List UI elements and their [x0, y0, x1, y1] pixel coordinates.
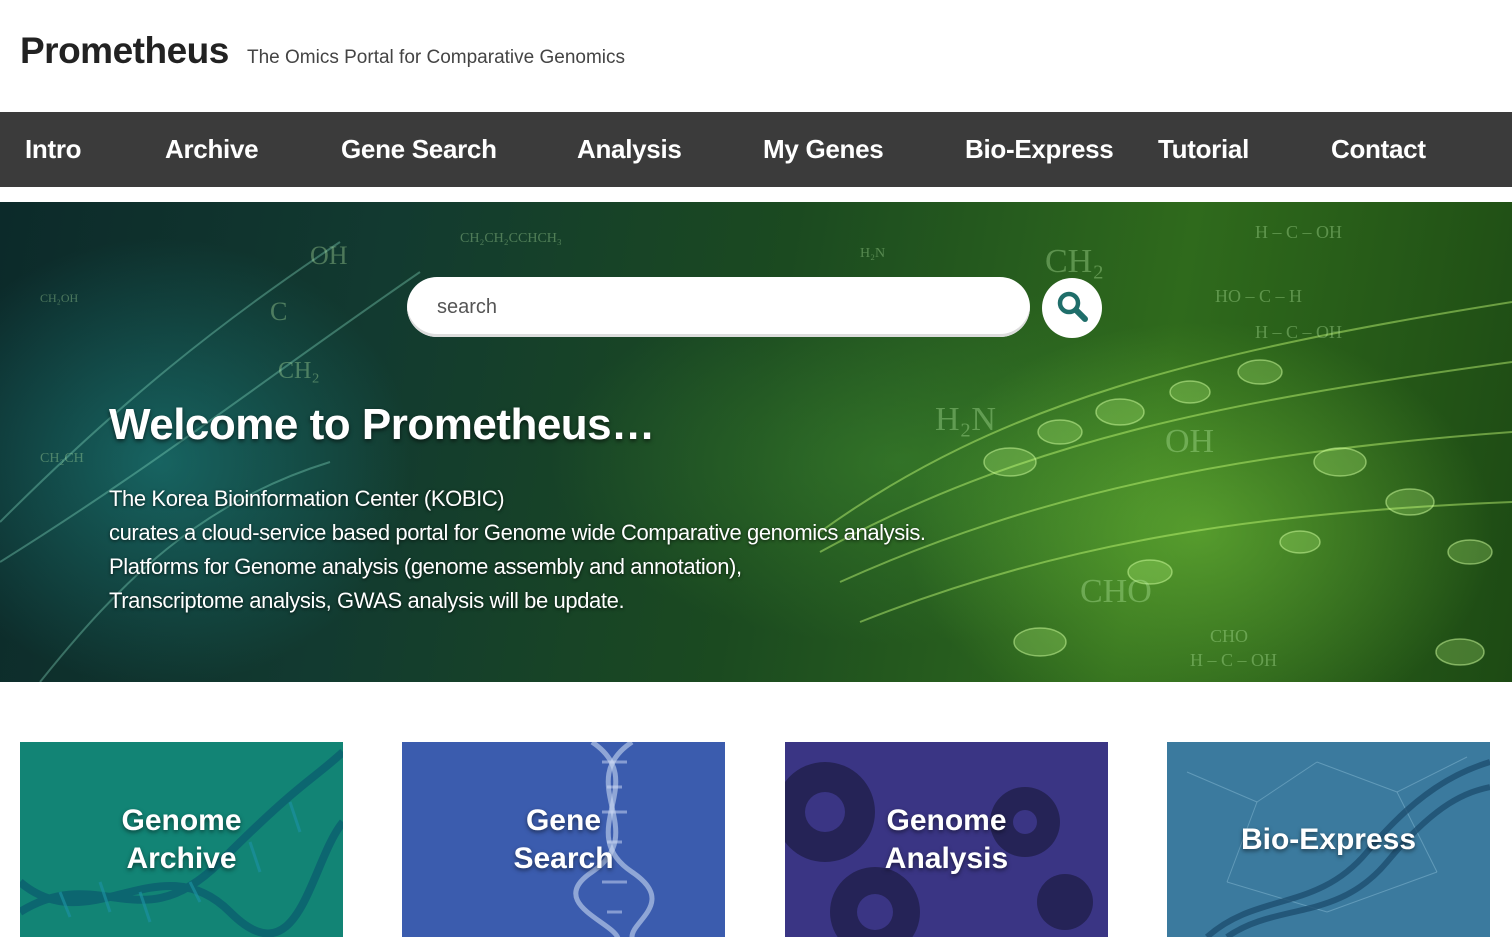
svg-text:CHO: CHO: [1080, 573, 1152, 610]
welcome-heading: Welcome to Prometheus…: [109, 400, 655, 449]
svg-text:H₂N: H₂N: [935, 401, 996, 438]
card-genome-archive[interactable]: Genome Archive: [20, 742, 343, 937]
search-button[interactable]: [1042, 278, 1102, 338]
svg-text:CH₂: CH₂: [278, 358, 320, 384]
nav-item-tutorial[interactable]: Tutorial: [1158, 112, 1249, 187]
main-nav: Intro Archive Gene Search Analysis My Ge…: [0, 112, 1512, 187]
site-tagline: The Omics Portal for Comparative Genomic…: [247, 47, 626, 68]
card-gene-search[interactable]: Gene Search: [402, 742, 725, 937]
svg-text:CHO: CHO: [1210, 626, 1248, 646]
nav-item-my-genes[interactable]: My Genes: [763, 112, 884, 187]
svg-text:CH₂CH: CH₂CH: [40, 451, 84, 466]
card-label: Genome Archive: [121, 803, 242, 875]
search-input[interactable]: [407, 277, 1030, 337]
nav-item-contact[interactable]: Contact: [1331, 112, 1426, 187]
intro-text: The Korea Bioinformation Center (KOBIC) …: [109, 482, 926, 618]
svg-text:HO – C – H: HO – C – H: [1215, 286, 1302, 306]
svg-text:CH₂: CH₂: [1045, 243, 1104, 280]
intro-line: Platforms for Genome analysis (genome as…: [109, 554, 742, 579]
search-icon: [1055, 289, 1089, 328]
card-label: Gene Search: [513, 803, 614, 875]
svg-text:C: C: [270, 297, 287, 326]
card-label: Bio-Express: [1240, 822, 1417, 856]
intro-line: The Korea Bioinformation Center (KOBIC): [109, 486, 505, 511]
nav-item-bio-express[interactable]: Bio-Express: [965, 112, 1114, 187]
intro-line: curates a cloud-service based portal for…: [109, 520, 926, 545]
hero-banner: OH C CH₂ CH₂ H₂N OH CHO H – C – OH HO – …: [0, 202, 1512, 682]
svg-text:CH₂OH: CH₂OH: [40, 291, 79, 305]
svg-text:H₂N: H₂N: [860, 246, 885, 261]
card-genome-analysis[interactable]: Genome Analysis: [785, 742, 1108, 937]
nav-item-intro[interactable]: Intro: [25, 112, 82, 187]
svg-text:CH₂CH₂CCHCH₃: CH₂CH₂CCHCH₃: [460, 231, 562, 246]
nav-item-archive[interactable]: Archive: [165, 112, 259, 187]
svg-text:H – C – OH: H – C – OH: [1255, 322, 1342, 342]
site-logo[interactable]: Prometheus: [20, 30, 229, 72]
card-bio-express[interactable]: Bio-Express: [1167, 742, 1490, 937]
svg-text:OH: OH: [310, 241, 348, 270]
svg-text:OH: OH: [1165, 423, 1214, 460]
nav-item-analysis[interactable]: Analysis: [577, 112, 682, 187]
svg-text:H – C – OH: H – C – OH: [1190, 650, 1277, 670]
nav-item-gene-search[interactable]: Gene Search: [341, 112, 497, 187]
svg-text:H – C – OH: H – C – OH: [1255, 222, 1342, 242]
intro-line: Transcriptome analysis, GWAS analysis wi…: [109, 588, 625, 613]
site-header: Prometheus The Omics Portal for Comparat…: [0, 0, 1512, 112]
card-label: Genome Analysis: [884, 803, 1009, 875]
